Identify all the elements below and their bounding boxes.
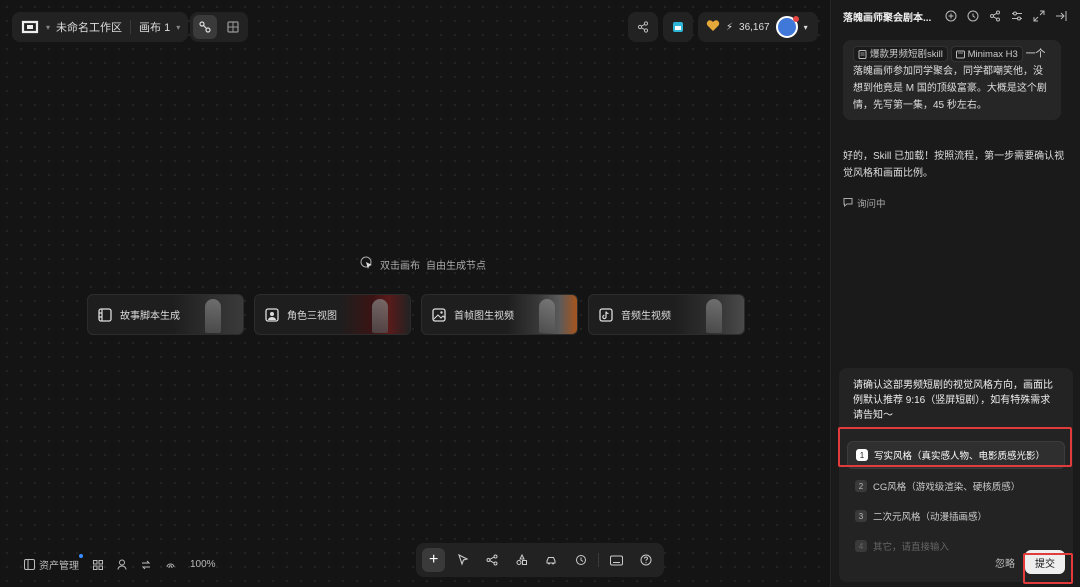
ai-message: 好的，Skill 已加载！按照流程，第一步需要确认视觉风格和画面比例。 bbox=[843, 151, 1065, 179]
divider bbox=[598, 553, 600, 567]
assets-label: 资产管理 bbox=[39, 561, 79, 572]
help-icon[interactable] bbox=[635, 548, 658, 572]
model-chip[interactable]: Minimax H3 bbox=[950, 46, 1023, 63]
card-figure bbox=[706, 299, 722, 333]
option-label: CG风格（游戏级渲染、硬核质感） bbox=[873, 482, 1021, 493]
ignore-button[interactable]: 忽略 bbox=[995, 555, 1015, 570]
collapse-panel-icon[interactable] bbox=[1054, 9, 1068, 23]
pointer-icon[interactable] bbox=[451, 548, 474, 572]
asking-status: 询问中 bbox=[843, 196, 886, 210]
portrait-icon bbox=[265, 307, 279, 322]
store-button[interactable] bbox=[663, 12, 693, 42]
card-figure bbox=[539, 299, 555, 333]
view-toggle bbox=[190, 12, 248, 42]
question-card: 请确认这部男频短剧的视觉风格方向，画面比例默认推荐 9:16（竖屏短剧），如有特… bbox=[839, 368, 1073, 582]
notification-dot bbox=[79, 554, 83, 558]
bottom-left-controls: 资产管理 100% bbox=[24, 554, 216, 572]
new-chat-icon[interactable] bbox=[944, 9, 958, 23]
user-message: 爆款男频短剧skill Minimax H3 一个落魄画师参加同学聚会，同学都嘲… bbox=[843, 40, 1061, 120]
divider bbox=[130, 20, 132, 34]
question-text: 请确认这部男频短剧的视觉风格方向，画面比例默认推荐 9:16（竖屏短剧），如有特… bbox=[853, 380, 1053, 421]
tiktok-icon bbox=[599, 307, 613, 322]
selected-option-highlight bbox=[838, 427, 1072, 467]
expand-icon[interactable] bbox=[1032, 9, 1046, 23]
card-label: 音频生视频 bbox=[621, 311, 671, 322]
chevron-down-icon[interactable]: ▾ bbox=[804, 23, 808, 32]
share-icon[interactable] bbox=[988, 9, 1002, 23]
workspace-name[interactable]: 未命名工作区 bbox=[56, 19, 122, 35]
add-icon[interactable]: + bbox=[422, 548, 446, 572]
credits-area[interactable]: ⚡ 36,167 ▾ bbox=[698, 12, 818, 42]
sidebar-icon bbox=[24, 559, 35, 570]
canvas-hint: 双击画布 自由生成节点 bbox=[360, 256, 486, 273]
bottom-toolbar: + bbox=[416, 543, 664, 577]
grid-view-icon[interactable] bbox=[221, 15, 245, 39]
storyboard-icon bbox=[98, 307, 112, 322]
vehicle-icon[interactable] bbox=[540, 548, 563, 572]
card-label: 角色三视图 bbox=[287, 311, 337, 322]
workspace-bar: ▾ 未命名工作区 画布 1 ▾ bbox=[12, 12, 189, 42]
grid-icon[interactable] bbox=[93, 559, 103, 570]
option-label: 二次元风格（动漫插画感） bbox=[873, 512, 988, 523]
card-figure bbox=[372, 299, 388, 333]
zoom-level[interactable]: 100% bbox=[190, 559, 216, 570]
node-view-icon[interactable] bbox=[193, 15, 217, 39]
user-icon[interactable] bbox=[117, 559, 127, 570]
avatar[interactable] bbox=[775, 16, 799, 38]
share-icon bbox=[637, 21, 649, 33]
history-icon[interactable] bbox=[569, 548, 592, 572]
card-story-script[interactable]: 故事脚本生成 bbox=[87, 294, 244, 335]
lightning-icon: ⚡ bbox=[726, 21, 734, 33]
history-icon[interactable] bbox=[966, 9, 980, 23]
settings-sliders-icon[interactable] bbox=[1010, 9, 1024, 23]
swap-icon[interactable] bbox=[141, 560, 151, 570]
logo-icon[interactable] bbox=[20, 19, 40, 35]
submit-highlight bbox=[1023, 553, 1073, 584]
keyboard-icon[interactable] bbox=[605, 548, 628, 572]
share-button[interactable] bbox=[628, 12, 658, 42]
document-icon bbox=[858, 49, 867, 59]
option-number: 3 bbox=[855, 510, 867, 522]
hint-secondary: 自由生成节点 bbox=[426, 261, 486, 272]
skill-chip[interactable]: 爆款男频短剧skill bbox=[853, 46, 948, 63]
panel-header: 落魄画师聚会剧本... bbox=[831, 0, 1080, 32]
card-first-frame-video[interactable]: 首帧图生视频 bbox=[421, 294, 578, 335]
option-anime[interactable]: 3 二次元风格（动漫插画感） bbox=[847, 503, 1065, 529]
card-label: 首帧图生视频 bbox=[454, 311, 514, 322]
option-cg[interactable]: 2 CG风格（游戏级渲染、硬核质感） bbox=[847, 473, 1065, 499]
vip-heart-icon bbox=[706, 19, 720, 35]
notification-dot bbox=[792, 16, 799, 22]
image-icon bbox=[432, 307, 446, 322]
credits-value: 36,167 bbox=[739, 21, 770, 33]
chevron-down-icon[interactable]: ▾ bbox=[176, 23, 180, 32]
asking-label: 询问中 bbox=[857, 199, 886, 210]
chat-bubble-icon bbox=[843, 197, 853, 210]
cursor-click-icon bbox=[360, 256, 374, 273]
chat-panel: 落魄画师聚会剧本... 爆款男频短剧skill Minimax H3 一个落魄画… bbox=[830, 0, 1080, 587]
hint-primary: 双击画布 bbox=[380, 261, 420, 272]
model-chip-label: Minimax H3 bbox=[967, 48, 1018, 60]
connect-icon[interactable] bbox=[481, 548, 504, 572]
quick-start-cards: 故事脚本生成 角色三视图 首帧图生视频 音频生视频 bbox=[87, 294, 745, 335]
chevron-down-icon[interactable]: ▾ bbox=[46, 23, 50, 32]
card-character-views[interactable]: 角色三视图 bbox=[254, 294, 411, 335]
shapes-icon[interactable] bbox=[510, 548, 533, 572]
card-figure bbox=[205, 299, 221, 333]
fingerprint-icon[interactable] bbox=[165, 559, 176, 570]
skill-chip-label: 爆款男频短剧skill bbox=[870, 48, 943, 60]
assets-button[interactable]: 资产管理 bbox=[24, 554, 83, 572]
store-icon bbox=[673, 22, 683, 32]
option-number: 2 bbox=[855, 480, 867, 492]
panel-title[interactable]: 落魄画师聚会剧本... bbox=[843, 9, 936, 24]
card-audio-video[interactable]: 音频生视频 bbox=[588, 294, 745, 335]
model-icon bbox=[955, 50, 965, 59]
card-label: 故事脚本生成 bbox=[120, 311, 180, 322]
canvas-name[interactable]: 画布 1 bbox=[139, 19, 170, 35]
